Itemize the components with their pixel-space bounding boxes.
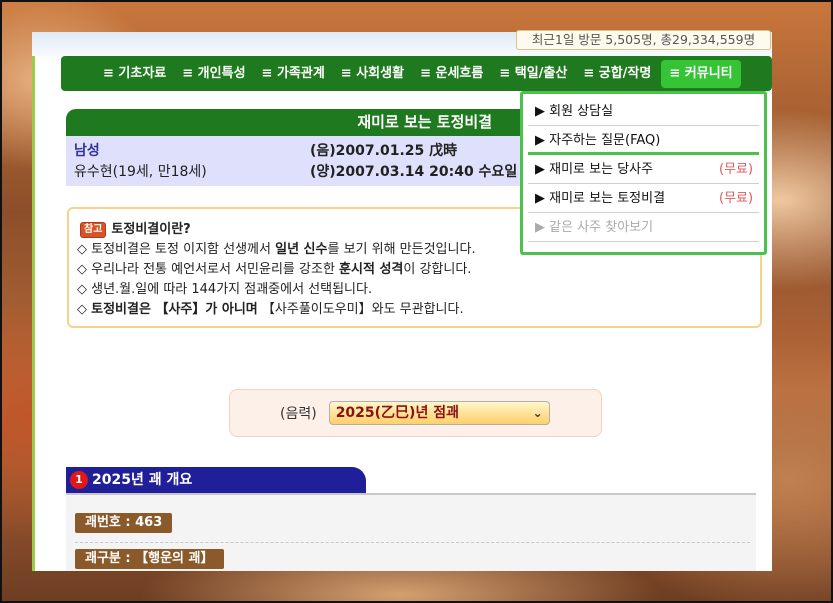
info-heading-text: 토정비결이란? bbox=[111, 222, 191, 237]
menu-item-same-saju[interactable]: ▶ 같은 사주 찾아보기 bbox=[528, 213, 759, 242]
calendar-type-label: (음력) bbox=[280, 406, 317, 422]
chevron-down-icon: ⌄ bbox=[532, 406, 543, 420]
person-solar-date: (양)2007.03.14 20:40 수요일 bbox=[310, 164, 518, 180]
section-number: 1 bbox=[70, 471, 88, 489]
page-title: 재미로 보는 토정비결 bbox=[66, 109, 526, 136]
info-line-2: ◇ 우리나라 전통 예언서로서 서민윤리를 강조한 훈시적 성격이 강합니다. bbox=[77, 262, 472, 277]
nav-item-compat-naming[interactable]: ≡ 궁합/작명 bbox=[575, 60, 659, 88]
nav-item-personal[interactable]: ≡ 개인특성 bbox=[174, 60, 253, 88]
free-badge: (무료) bbox=[719, 191, 754, 206]
visitor-stats: 최근1일 방문 5,505명, 총29,334,559명 bbox=[516, 30, 771, 50]
nav-item-family[interactable]: ≡ 가족관계 bbox=[254, 60, 333, 88]
main-nav: ≡ 기초자료 ≡ 개인특성 ≡ 가족관계 ≡ 사회생활 ≡ 운세흐름 ≡ 택일/… bbox=[61, 56, 772, 91]
hexagram-type-tag: 괘구분 : 【행운의 괘】 bbox=[75, 549, 224, 569]
section-header: 1 2025년 괘 개요 bbox=[66, 467, 366, 493]
nav-item-fortune[interactable]: ≡ 운세흐름 bbox=[412, 60, 491, 88]
nav-item-basic[interactable]: ≡ 기초자료 bbox=[95, 60, 174, 88]
left-accent-bar bbox=[32, 56, 35, 571]
year-select[interactable]: 2025(乙巳)년 점괘 ⌄ bbox=[328, 401, 550, 425]
hexagram-number-tag: 괘번호 : 463 bbox=[75, 513, 173, 533]
section-title: 2025년 괘 개요 bbox=[92, 472, 193, 488]
year-select-panel: (음력) 2025(乙巳)년 점괘 ⌄ bbox=[229, 389, 602, 437]
nav-item-community[interactable]: ≡ 커뮤니티 bbox=[661, 59, 741, 88]
menu-item-tojeong[interactable]: ▶ 재미로 보는 토정비결 (무료) bbox=[528, 184, 759, 213]
info-line-4: ◇ 토정비결은 【사주】가 아니며 【사주풀이도우미】와도 무관합니다. bbox=[77, 302, 464, 317]
menu-item-dangsaju[interactable]: ▶ 재미로 보는 당사주 (무료) bbox=[528, 155, 759, 184]
free-badge: (무료) bbox=[719, 162, 754, 177]
menu-item-member-counsel[interactable]: ▶ 회원 상담실 bbox=[528, 97, 759, 126]
year-select-value: 2025(乙巳)년 점괘 bbox=[335, 405, 459, 421]
info-line-3: ◇ 생년.월.일에 따라 144가지 점괘중에서 선택됩니다. bbox=[77, 282, 373, 297]
menu-item-faq[interactable]: ▶ 자주하는 질문(FAQ) bbox=[528, 126, 759, 155]
nav-item-social[interactable]: ≡ 사회생활 bbox=[333, 60, 412, 88]
person-lunar-date: (음)2007.01.25 戊時 bbox=[310, 143, 458, 159]
note-badge: 참고 bbox=[80, 222, 107, 238]
person-info: 남성 유수현(19세, 만18세) (음)2007.01.25 戊時 (양)20… bbox=[66, 136, 526, 186]
community-dropdown-menu: ▶ 회원 상담실 ▶ 자주하는 질문(FAQ) ▶ 재미로 보는 당사주 (무료… bbox=[520, 91, 767, 255]
nav-item-date-birth[interactable]: ≡ 택일/출산 bbox=[491, 60, 575, 88]
person-name: 유수현(19세, 만18세) bbox=[74, 164, 207, 180]
person-gender: 남성 bbox=[74, 143, 100, 159]
row-divider bbox=[75, 542, 750, 543]
